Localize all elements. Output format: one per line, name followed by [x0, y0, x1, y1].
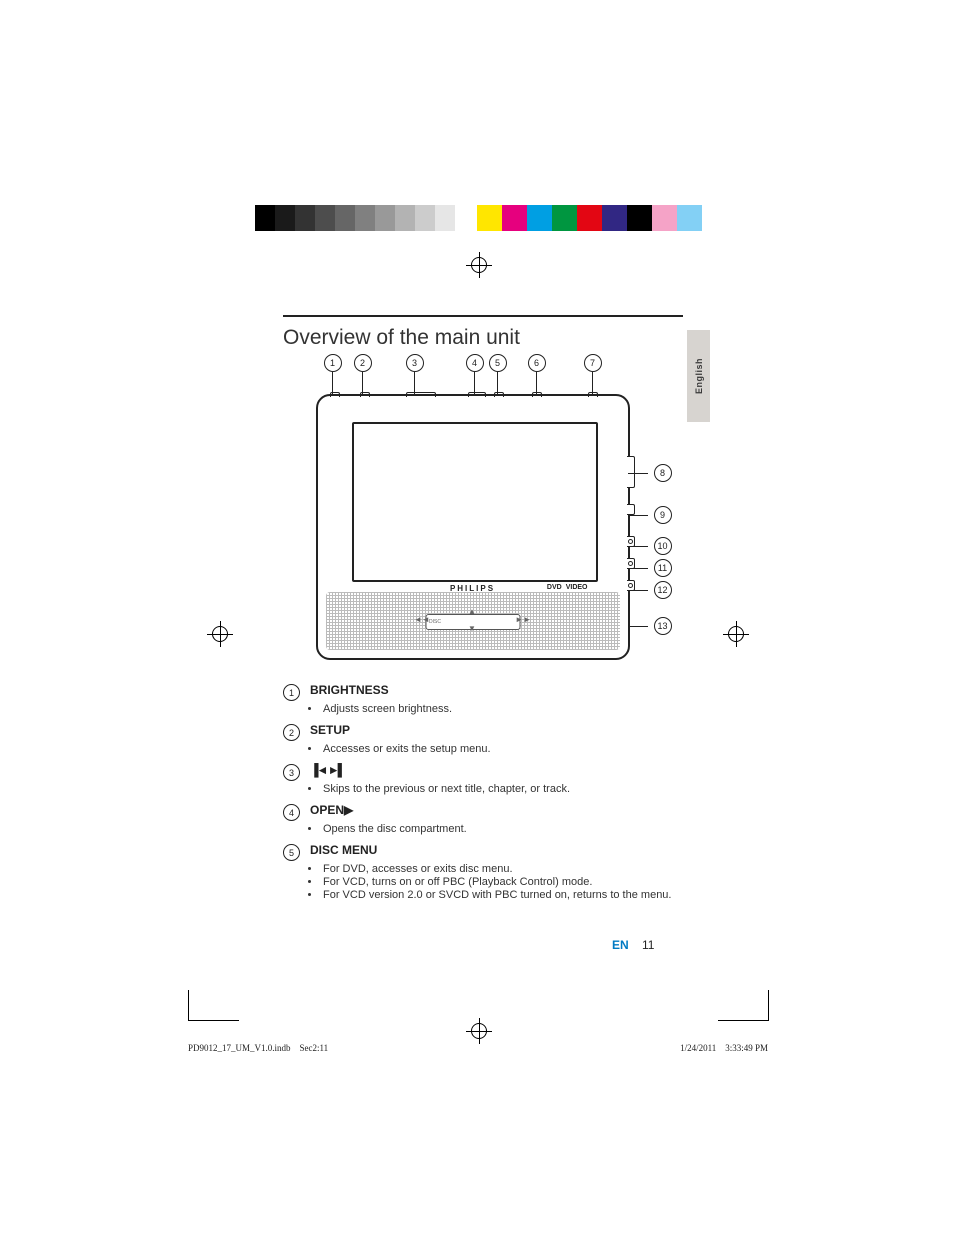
registration-mark-top	[466, 252, 492, 278]
callout-11: 11	[654, 559, 672, 577]
callout-4: 4	[466, 354, 484, 372]
callout-9: 9	[654, 506, 672, 524]
disc-slot: DISC ◄◄ ►► ▲ ▼	[425, 614, 520, 630]
skip-prev-next-icon: ▐◄ ►▌	[310, 763, 344, 777]
item-number: 3	[283, 764, 300, 781]
item-4: 4 OPEN▶ Opens the disc compartment.	[283, 803, 683, 835]
item-bullet: Accesses or exits the setup menu.	[321, 743, 683, 755]
callout-6: 6	[528, 354, 546, 372]
callout-5: 5	[489, 354, 507, 372]
language-tab: English	[687, 330, 710, 422]
language-label: English	[694, 358, 704, 394]
callout-12: 12	[654, 581, 672, 599]
format-logos: DVD VIDEO	[547, 584, 588, 591]
item-bullet: Adjusts screen brightness.	[321, 703, 683, 715]
device-screen	[352, 422, 598, 582]
item-2: 2 SETUP Accesses or exits the setup menu…	[283, 723, 683, 755]
device-body: PHILIPS DVD VIDEO DISC ◄◄ ►► ▲ ▼	[316, 394, 630, 660]
item-title: SETUP	[310, 723, 350, 737]
callout-3: 3	[406, 354, 424, 372]
item-number: 5	[283, 844, 300, 861]
crop-mark-br	[718, 990, 769, 1021]
item-3: 3 ▐◄ ►▌ Skips to the previous or next ti…	[283, 763, 683, 795]
item-bullet: For DVD, accesses or exits disc menu.	[321, 863, 683, 875]
item-number: 1	[283, 684, 300, 701]
callout-2: 2	[354, 354, 372, 372]
greyscale-bar	[255, 205, 475, 231]
item-title: OPEN▶	[310, 803, 353, 817]
item-number: 2	[283, 724, 300, 741]
section-rule	[283, 315, 683, 317]
item-bullet: For VCD version 2.0 or SVCD with PBC tur…	[321, 889, 683, 901]
crop-mark-bl	[188, 990, 239, 1021]
callout-13: 13	[654, 617, 672, 635]
callout-10: 10	[654, 537, 672, 555]
page-no: 11	[642, 938, 654, 952]
footer-timestamp: 1/24/2011 3:33:49 PM	[680, 1043, 768, 1053]
footer-file: PD9012_17_UM_V1.0.indb Sec2:11	[188, 1043, 328, 1053]
item-bullet: For VCD, turns on or off PBC (Playback C…	[321, 876, 683, 888]
callout-7: 7	[584, 354, 602, 372]
item-bullet: Opens the disc compartment.	[321, 823, 683, 835]
page-number: EN 11	[612, 938, 654, 952]
section-title: Overview of the main unit	[283, 326, 683, 350]
color-bar	[477, 205, 702, 231]
play-icon: ▶	[344, 803, 353, 817]
registration-mark-bottom	[466, 1018, 492, 1044]
item-bullet: Skips to the previous or next title, cha…	[321, 783, 683, 795]
item-5: 5 DISC MENU For DVD, accesses or exits d…	[283, 843, 683, 901]
callout-8: 8	[654, 464, 672, 482]
item-1: 1 BRIGHTNESS Adjusts screen brightness.	[283, 683, 683, 715]
callout-1: 1	[324, 354, 342, 372]
page-content: Overview of the main unit 1 2 3 4 5 6 7	[283, 326, 683, 909]
item-number: 4	[283, 804, 300, 821]
page-lang: EN	[612, 938, 629, 952]
device-diagram: 1 2 3 4 5 6 7 PHILIPS DVD VIDEO	[306, 354, 661, 659]
registration-mark-left	[207, 621, 233, 647]
item-title: DISC MENU	[310, 843, 377, 857]
registration-mark-right	[723, 621, 749, 647]
item-title: BRIGHTNESS	[310, 683, 389, 697]
